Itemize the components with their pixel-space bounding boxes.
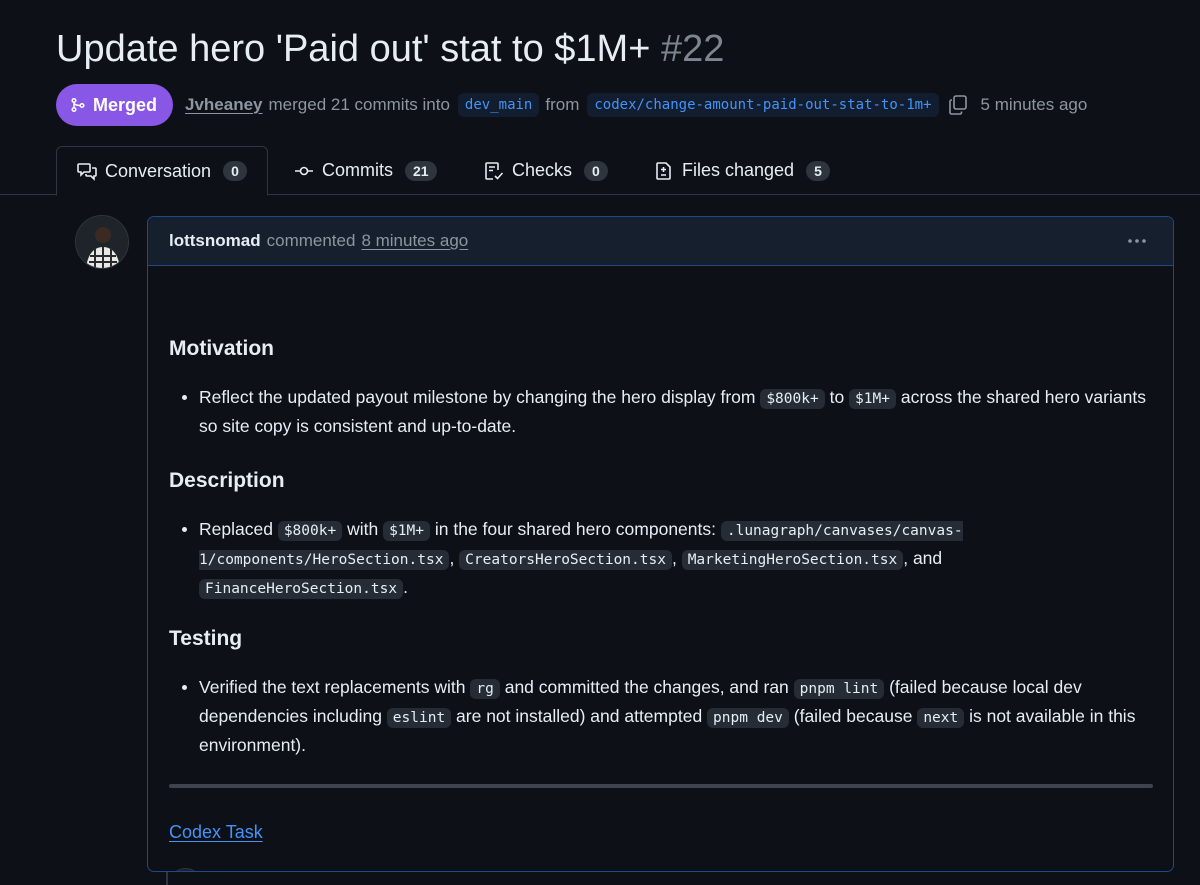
tab-files-changed[interactable]: Files changed 5 <box>634 146 850 195</box>
tab-conversation-count: 0 <box>223 161 247 181</box>
text: . <box>403 577 408 597</box>
testing-heading: Testing <box>169 627 243 650</box>
merged-label: Merged <box>93 94 158 115</box>
head-branch[interactable]: codex/change-amount-paid-out-stat-to-1m+ <box>587 93 939 117</box>
comment-body: Motivation Reflect the updated payout mi… <box>148 266 1173 871</box>
merge-action-text: merged 21 commits into <box>268 95 450 114</box>
tab-checks-label: Checks <box>512 160 573 180</box>
inline-code: CreatorsHeroSection.tsx <box>459 550 672 570</box>
inline-code: eslint <box>386 708 452 728</box>
list-item: Replaced $800k+ with $1M+ in the four sh… <box>169 516 1154 603</box>
file-diff-icon <box>656 161 671 180</box>
checklist-icon <box>485 161 504 180</box>
tab-files-changed-count: 5 <box>806 160 830 181</box>
divider <box>169 784 1153 788</box>
pr-meta: Merged Jvheaney merged 21 commits into d… <box>56 84 1087 126</box>
comment-action: commented <box>266 231 356 250</box>
inline-code: rg <box>470 679 500 699</box>
description-heading: Description <box>169 469 285 492</box>
tab-conversation[interactable]: Conversation 0 <box>56 146 268 196</box>
author-link[interactable]: Jvheaney <box>185 95 263 115</box>
git-commit-icon <box>295 166 313 175</box>
list-item: Reflect the updated payout milestone by … <box>169 384 1154 440</box>
inline-code: $800k+ <box>277 521 343 541</box>
tab-commits[interactable]: Commits 21 <box>274 146 457 195</box>
text: in the four shared hero components: <box>429 519 721 539</box>
comment-author[interactable]: lottsnomad <box>169 231 261 251</box>
comment-time[interactable]: 8 minutes ago <box>361 231 468 251</box>
merge-time: 5 minutes ago <box>980 95 1088 114</box>
from-text: from <box>545 95 580 114</box>
list-item: Verified the text replacements with rg a… <box>169 674 1154 759</box>
inline-code: next <box>917 708 965 728</box>
inline-code: pnpm lint <box>793 679 885 699</box>
motivation-list: Reflect the updated payout milestone by … <box>169 384 1154 440</box>
text: (failed because <box>788 706 918 726</box>
add-reaction-button[interactable] <box>169 868 202 871</box>
description-list: Replaced $800k+ with $1M+ in the four sh… <box>169 516 1154 603</box>
comment-box: lottsnomad commented 8 minutes ago Motiv… <box>147 216 1174 872</box>
timeline-line <box>166 872 168 885</box>
kebab-horizontal-icon[interactable] <box>1125 229 1149 253</box>
tab-checks[interactable]: Checks 0 <box>464 146 628 195</box>
text: are not installed) and attempted <box>451 706 708 726</box>
text: , <box>671 548 682 568</box>
text: Replaced <box>199 519 278 539</box>
pr-title: Update hero 'Paid out' stat to $1M+ #22 <box>56 28 724 71</box>
text: , and <box>903 548 943 568</box>
motivation-heading: Motivation <box>169 337 274 360</box>
tab-files-changed-label: Files changed <box>682 160 795 180</box>
inline-code: FinanceHeroSection.tsx <box>199 579 404 599</box>
codex-task-link[interactable]: Codex Task <box>169 822 263 843</box>
pr-number: #22 <box>660 28 725 70</box>
tab-commits-label: Commits <box>322 160 393 180</box>
text: and committed the changes, and ran <box>499 677 794 697</box>
inline-code: $1M+ <box>849 389 896 409</box>
text: Reflect the updated payout milestone by … <box>199 387 761 407</box>
text: with <box>342 519 384 539</box>
text: Verified the text replacements with <box>199 677 471 697</box>
tab-checks-count: 0 <box>584 160 608 181</box>
testing-list: Verified the text replacements with rg a… <box>169 674 1154 759</box>
git-merge-icon <box>71 97 85 113</box>
inline-code: MarketingHeroSection.tsx <box>681 550 904 570</box>
comment-header: lottsnomad commented 8 minutes ago <box>148 217 1173 266</box>
inline-code: $1M+ <box>383 521 430 541</box>
text: , <box>449 548 460 568</box>
merged-badge: Merged <box>56 84 174 126</box>
inline-code: $800k+ <box>760 389 825 409</box>
comment-discussion-icon <box>77 163 97 181</box>
tab-conversation-label: Conversation <box>105 160 212 181</box>
tab-commits-count: 21 <box>405 160 437 181</box>
avatar[interactable] <box>75 215 129 269</box>
pr-title-text: Update hero 'Paid out' stat to $1M+ <box>56 28 651 70</box>
copy-icon[interactable] <box>947 94 969 116</box>
base-branch[interactable]: dev_main <box>457 93 540 117</box>
pr-tabs: Conversation 0 Commits 21 Checks 0 Files… <box>0 146 1200 196</box>
text: to <box>824 387 850 407</box>
inline-code: pnpm dev <box>707 708 789 728</box>
